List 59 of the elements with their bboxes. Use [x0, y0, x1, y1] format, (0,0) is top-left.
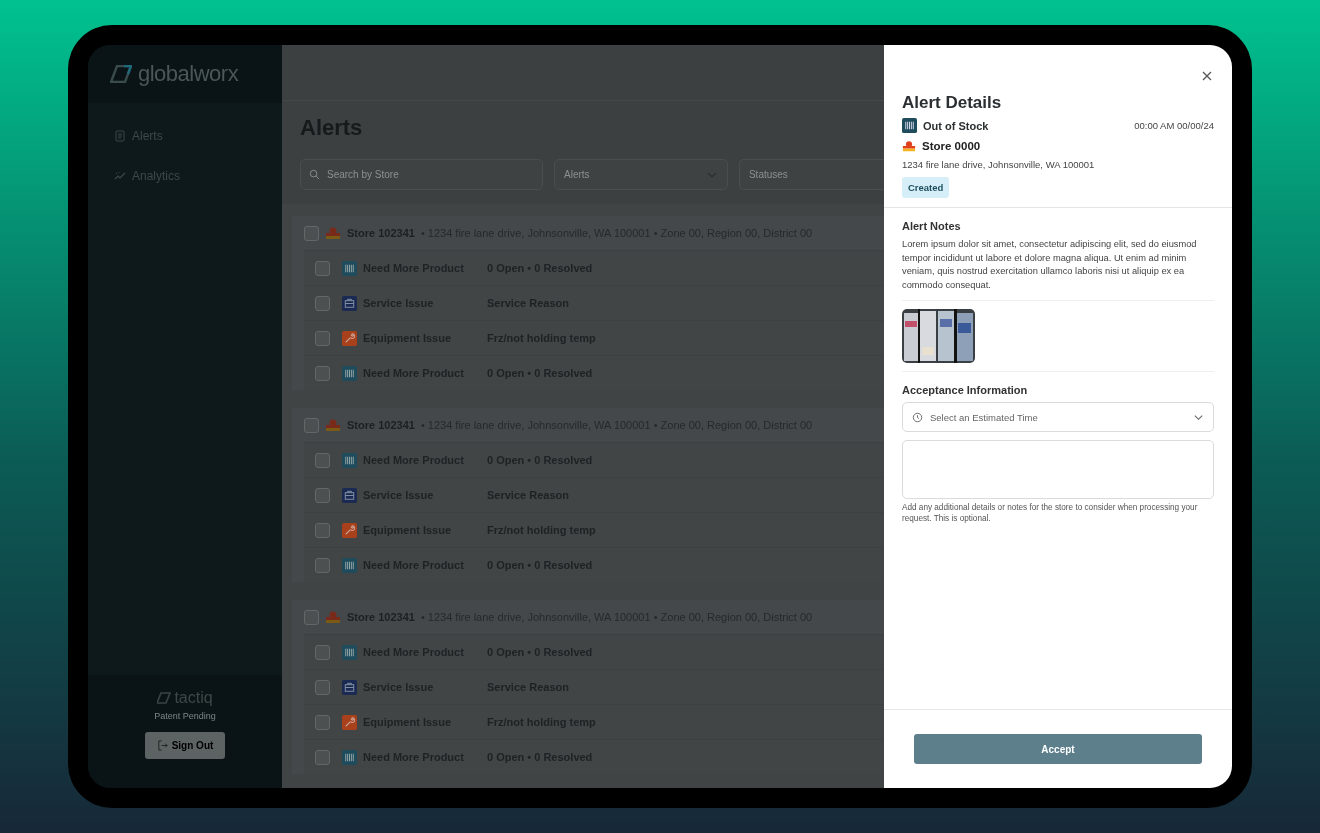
section-heading: Alert Notes: [902, 220, 961, 232]
section-heading: Acceptance Information: [902, 384, 1028, 396]
checkbox[interactable]: [315, 487, 330, 503]
barcode-icon: [902, 118, 917, 133]
clock-icon: [912, 411, 923, 423]
checkbox[interactable]: [315, 644, 330, 660]
checkbox[interactable]: [304, 417, 319, 433]
alerts-dropdown[interactable]: Alerts: [554, 159, 728, 190]
statuses-dropdown[interactable]: Statuses: [738, 159, 884, 190]
checkbox[interactable]: [315, 295, 330, 311]
store-logo-icon: [325, 225, 341, 241]
checkbox[interactable]: [315, 749, 330, 765]
checkbox[interactable]: [315, 365, 330, 381]
patent-note: Patent Pending: [154, 711, 216, 721]
drawer-title: Alert Details: [902, 93, 1002, 113]
sign-out-button[interactable]: Sign Out: [144, 732, 226, 759]
status-badge: Created: [902, 177, 950, 198]
briefcase-icon: [342, 295, 357, 311]
store-address: 1234 fire lane drive, Johnsonville, WA 100001: [902, 159, 1095, 170]
logo-text: globalworx: [138, 61, 239, 87]
barcode-icon: [342, 644, 357, 660]
checkbox[interactable]: [315, 260, 330, 276]
document-icon: [114, 130, 126, 142]
chart-icon: [114, 170, 126, 182]
wrench-icon: [342, 522, 357, 538]
estimated-time-dropdown[interactable]: Select an Estimated Time: [902, 402, 1214, 432]
close-button[interactable]: [1200, 69, 1214, 83]
checkbox[interactable]: [315, 522, 330, 538]
accept-button[interactable]: Accept: [914, 734, 1202, 764]
checkbox[interactable]: [304, 225, 319, 241]
store-logo-icon: [325, 609, 341, 625]
checkbox[interactable]: [315, 714, 330, 730]
store-name: Store 0000: [922, 140, 981, 152]
barcode-icon: [342, 452, 357, 468]
helper-text: Add any additional details or notes for the store to consider when processing your request. This is optional.: [902, 502, 1199, 524]
store-logo-icon: [325, 417, 341, 433]
checkbox[interactable]: [315, 679, 330, 695]
wrench-icon: [342, 330, 357, 346]
barcode-icon: [342, 749, 357, 765]
logo-mark-icon: [110, 65, 132, 83]
barcode-icon: [342, 260, 357, 276]
checkbox[interactable]: [304, 609, 319, 625]
briefcase-icon: [342, 679, 357, 695]
checkbox[interactable]: [315, 452, 330, 468]
notes-field[interactable]: [902, 440, 1214, 499]
briefcase-icon: [342, 487, 357, 503]
logo-mark-icon: [157, 692, 172, 704]
checkbox[interactable]: [315, 330, 330, 346]
alert-type: Out of Stock: [923, 119, 989, 132]
store-logo-icon: [902, 139, 916, 153]
search-icon: [309, 169, 320, 180]
barcode-icon: [342, 557, 357, 573]
alert-time: 00:00 AM 00/00/24: [1134, 120, 1214, 131]
checkbox[interactable]: [315, 557, 330, 573]
sign-out-icon: [156, 740, 168, 751]
search-field[interactable]: Search by Store: [300, 159, 543, 190]
alert-notes: Lorem ipsum dolor sit amet, consectetur adipiscing elit, sed do eiusmod tempor incididunt ut labore et dolore magna aliqua. Ut enim ad minim veniam, quis nostrud exercitation ullamco laboris nisi ut aliquip ex ea commodo consequat.: [902, 238, 1198, 292]
barcode-icon: [342, 365, 357, 381]
wrench-icon: [342, 714, 357, 730]
